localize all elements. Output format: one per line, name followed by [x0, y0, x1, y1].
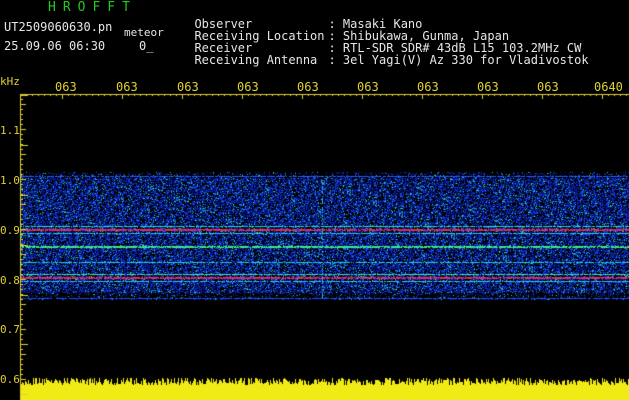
time-tick-label: 063 [297, 80, 319, 94]
time-tick-label: 0640 [594, 80, 623, 94]
time-tick-label: 063 [237, 80, 259, 94]
frequency-unit-label: kHz [0, 75, 20, 88]
time-tick-label: 063 [537, 80, 559, 94]
freq-tick-label: 1.0 [0, 174, 20, 187]
time-tick-label: 063 [357, 80, 379, 94]
time-tick-label: 063 [477, 80, 499, 94]
freq-tick-label: 0.9 [0, 224, 20, 237]
date-time: 25.09.06 06:30 [4, 39, 106, 53]
app-title: HROFFT [48, 0, 137, 15]
info-row-antenna: Receiving Antenna : 3el Yagi(V) Az 330 fo… [180, 42, 589, 67]
meteor-label: meteor [124, 26, 164, 39]
freq-tick-label: 0.7 [0, 323, 20, 336]
time-tick-label: 063 [417, 80, 439, 94]
freq-tick-label: 1.1 [0, 124, 20, 137]
file-name: UT2509060630.pn [4, 20, 113, 34]
info-value: : 3el Yagi(V) Az 330 for Vladivostok [328, 53, 589, 67]
time-tick-label: 063 [177, 80, 199, 94]
time-tick-label: 063 [55, 80, 77, 94]
info-key: Receiving Antenna [194, 53, 318, 67]
meteor-count: 0_ [139, 39, 154, 53]
freq-tick-label: 0.6 [0, 373, 20, 386]
time-tick-label: 063 [116, 80, 138, 94]
freq-tick-label: 0.8 [0, 274, 20, 287]
